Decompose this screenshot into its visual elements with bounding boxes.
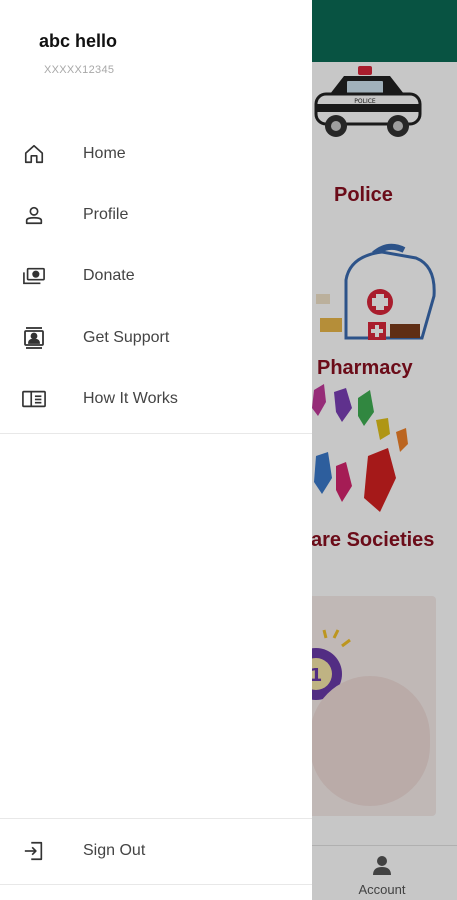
menu-item-profile[interactable]: Profile — [0, 189, 312, 241]
menu-item-label: Profile — [83, 206, 129, 223]
divider — [0, 884, 312, 885]
support-icon — [22, 326, 46, 350]
menu-item-label: Get Support — [83, 329, 170, 346]
user-name: abc hello — [39, 31, 118, 51]
book-icon — [22, 387, 46, 411]
divider — [0, 433, 312, 434]
sign-out-button[interactable]: Sign Out — [0, 825, 312, 877]
donate-icon — [22, 264, 46, 288]
divider — [0, 818, 312, 819]
menu-item-how-it-works[interactable]: How It Works — [0, 373, 312, 425]
user-id: XXXXX12345 — [44, 64, 115, 76]
navigation-drawer: abc hello XXXXX12345 Home Profile Donate… — [0, 0, 312, 900]
sign-out-icon — [22, 839, 46, 863]
menu-item-label: Home — [83, 145, 126, 162]
menu-item-get-support[interactable]: Get Support — [0, 312, 312, 364]
person-icon — [22, 203, 46, 227]
menu-item-home[interactable]: Home — [0, 128, 312, 180]
home-icon — [22, 142, 46, 166]
menu-item-label: How It Works — [83, 390, 178, 407]
menu-item-donate[interactable]: Donate — [0, 250, 312, 302]
sign-out-label: Sign Out — [83, 842, 146, 859]
menu-item-label: Donate — [83, 267, 135, 284]
